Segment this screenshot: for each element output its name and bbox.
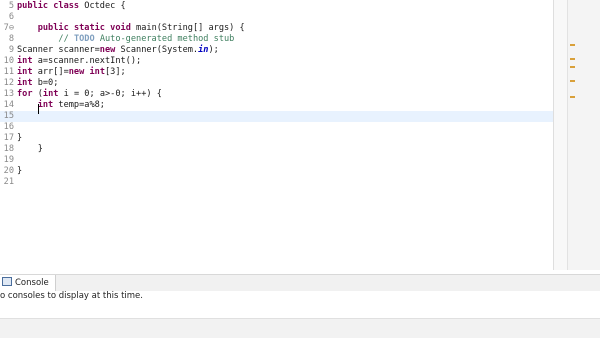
text-caret <box>38 104 39 114</box>
overview-ruler[interactable] <box>567 0 600 270</box>
tab-console[interactable]: Console <box>0 275 56 291</box>
line-number: 20 <box>3 166 14 176</box>
code-line[interactable]: 21 <box>0 177 560 188</box>
line-number: 13 <box>3 89 14 99</box>
code-text: int arr[]=new int[3]; <box>17 67 126 77</box>
console-icon <box>2 277 12 286</box>
line-number: 9 <box>8 45 14 55</box>
code-line[interactable]: 6 <box>0 12 560 23</box>
line-number: 14 <box>3 100 14 110</box>
code-text: int a=scanner.nextInt(); <box>17 56 142 66</box>
code-line[interactable]: 8 // TODO Auto-generated method stub <box>0 34 560 45</box>
line-number: 15 <box>3 111 14 121</box>
code-text: for (int i = 0; a>-0; i++) { <box>17 89 162 99</box>
code-text: } <box>17 133 23 143</box>
line-number: 19 <box>3 155 14 165</box>
line-number: 10 <box>3 56 14 66</box>
line-number: 11 <box>3 67 14 77</box>
code-line[interactable]: 20} <box>0 166 560 177</box>
overview-marker[interactable] <box>570 58 575 60</box>
line-number: 12 <box>3 78 14 88</box>
code-text: } <box>17 144 43 154</box>
code-line[interactable]: 11 int arr[]=new int[3]; <box>0 67 560 78</box>
line-number: 16 <box>3 122 14 132</box>
code-line[interactable]: 17} <box>0 133 560 144</box>
code-text: int b=0; <box>17 78 59 88</box>
line-number: 21 <box>3 177 14 187</box>
overview-marker[interactable] <box>570 80 575 82</box>
code-line[interactable]: 15 <box>0 111 560 122</box>
overview-marker[interactable] <box>570 66 575 68</box>
code-text: } <box>17 166 23 176</box>
code-line[interactable]: 14 int temp=a%8; <box>0 100 560 111</box>
code-line[interactable]: 10 int a=scanner.nextInt(); <box>0 56 560 67</box>
code-line[interactable]: 7⊖ public static void main(String[] args… <box>0 23 560 34</box>
code-text: public static void main(String[] args) { <box>37 23 245 33</box>
code-text: int temp=a%8; <box>37 100 105 110</box>
code-line[interactable]: 9 Scanner scanner=new Scanner(System.in); <box>0 45 560 56</box>
console-tab-label: Console <box>15 278 49 288</box>
code-text: Scanner scanner=new Scanner(System.in); <box>17 45 219 55</box>
code-line[interactable]: 13 for (int i = 0; a>-0; i++) { <box>0 89 560 100</box>
console-footer-area <box>0 318 600 338</box>
console-tab-bar: Console <box>0 274 600 292</box>
line-number: 7⊖ <box>3 23 14 33</box>
code-line[interactable]: 16 <box>0 122 560 133</box>
code-line[interactable]: 18 } <box>0 144 560 155</box>
code-line[interactable]: 5 public class Octdec { <box>0 1 560 12</box>
line-number: 17 <box>3 133 14 143</box>
console-message: o consoles to display at this time. <box>0 291 143 301</box>
line-number: 5 <box>8 1 14 11</box>
line-number: 6 <box>8 12 14 22</box>
overview-marker[interactable] <box>570 96 575 98</box>
code-text: public class Octdec { <box>17 1 126 11</box>
code-line[interactable]: 12 int b=0; <box>0 78 560 89</box>
code-editor[interactable]: 5 public class Octdec {6 7⊖ public static … <box>0 0 600 270</box>
code-line[interactable]: 19 <box>0 155 560 166</box>
overview-marker[interactable] <box>570 44 575 46</box>
code-text: // TODO Auto-generated method stub <box>58 34 235 44</box>
vertical-scrollbar[interactable] <box>553 0 568 270</box>
line-number: 8 <box>8 34 14 44</box>
line-number: 18 <box>3 144 14 154</box>
